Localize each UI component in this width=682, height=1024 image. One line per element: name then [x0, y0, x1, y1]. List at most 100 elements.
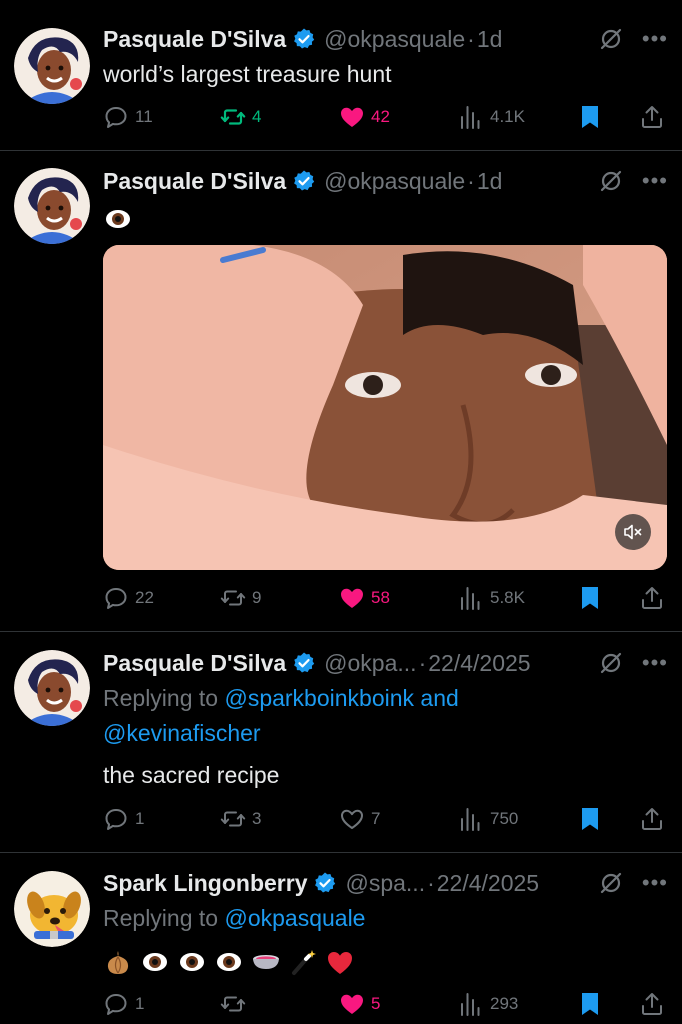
share-icon — [642, 993, 662, 1015]
onion-emoji — [107, 950, 129, 974]
like-button[interactable]: 42 — [339, 101, 390, 133]
mute-button[interactable] — [615, 514, 651, 550]
more-icon[interactable]: ••• — [642, 170, 668, 192]
verified-badge-icon — [315, 872, 336, 893]
eyes-emoji — [143, 952, 167, 971]
bookmark-icon — [582, 106, 598, 128]
more-icon[interactable]: ••• — [642, 872, 668, 894]
replying-to: Replying to @okpasquale — [103, 901, 668, 936]
views-icon — [461, 587, 480, 610]
tweet[interactable]: Spark Lingonberry @spa... · 22/4/2025 ••… — [0, 853, 682, 1024]
author-handle[interactable]: @okpasquale — [324, 168, 465, 195]
share-button[interactable] — [639, 988, 671, 1020]
avatar[interactable] — [14, 650, 90, 726]
reply-button[interactable]: 11 — [103, 101, 153, 133]
share-icon — [642, 106, 662, 128]
timestamp[interactable]: 1d — [477, 168, 503, 195]
timestamp[interactable]: 22/4/2025 — [428, 650, 530, 677]
repost-button[interactable]: 3 — [220, 803, 261, 835]
repost-button[interactable]: 9 — [220, 582, 261, 614]
views-button[interactable]: 750 — [458, 803, 518, 835]
reply-icon — [105, 107, 127, 128]
bookmark-button[interactable] — [577, 101, 609, 133]
author-name[interactable]: Pasquale D'Silva — [103, 650, 286, 677]
heart-icon — [341, 588, 363, 608]
share-icon — [642, 587, 662, 609]
timestamp[interactable]: 1d — [477, 26, 503, 53]
reply-count: 1 — [135, 994, 145, 1013]
tweet-text: world’s largest treasure hunt — [103, 61, 392, 87]
mention-link[interactable]: @kevinafischer — [103, 720, 261, 746]
heart-icon — [341, 107, 363, 127]
views-button[interactable]: 5.8K — [458, 582, 525, 614]
views-button[interactable]: 4.1K — [458, 101, 525, 133]
like-count: 42 — [371, 107, 390, 126]
views-icon — [461, 993, 480, 1016]
share-button[interactable] — [639, 803, 671, 835]
red-heart-emoji — [328, 951, 352, 974]
views-count: 293 — [490, 994, 519, 1013]
views-button[interactable]: 293 — [458, 988, 518, 1020]
timestamp[interactable]: 22/4/2025 — [437, 870, 539, 897]
reply-count: 1 — [135, 809, 145, 828]
reply-button[interactable]: 22 — [103, 582, 154, 614]
bookmark-icon — [582, 993, 598, 1015]
grok-icon[interactable] — [598, 870, 624, 896]
author-handle[interactable]: @okpasquale — [324, 26, 465, 53]
views-icon — [461, 106, 480, 129]
author-handle[interactable]: @okpa... — [324, 650, 416, 677]
reply-button[interactable]: 1 — [103, 988, 144, 1020]
replying-to: Replying to @sparkboinkboink and @kevina… — [103, 681, 668, 751]
author-name[interactable]: Pasquale D'Silva — [103, 168, 286, 195]
like-button[interactable]: 7 — [339, 803, 380, 835]
author-handle[interactable]: @spa... — [345, 870, 425, 897]
views-count: 4.1K — [490, 107, 525, 126]
replying-prefix: Replying to — [103, 685, 219, 711]
separator: · — [467, 167, 475, 194]
avatar[interactable] — [14, 168, 90, 244]
verified-badge-icon — [294, 28, 315, 49]
heart-outline-icon — [341, 809, 363, 829]
author-name[interactable]: Pasquale D'Silva — [103, 26, 286, 53]
eyes-emoji — [106, 209, 130, 228]
grok-icon[interactable] — [598, 650, 624, 676]
share-icon — [642, 808, 662, 830]
tweet-video[interactable] — [103, 245, 667, 570]
tweet-text — [103, 943, 668, 977]
separator: · — [467, 25, 475, 52]
mention-link[interactable]: @sparkboinkboink — [224, 685, 414, 711]
avatar[interactable] — [14, 28, 90, 104]
reply-icon — [105, 809, 127, 830]
avatar[interactable] — [14, 871, 90, 947]
more-icon[interactable]: ••• — [642, 652, 668, 674]
bookmark-button[interactable] — [577, 803, 609, 835]
magic-wand-emoji — [292, 949, 316, 975]
repost-button[interactable] — [220, 988, 252, 1020]
tweet[interactable]: Pasquale D'Silva @okpasquale · 1d ••• wo… — [0, 0, 682, 150]
like-button[interactable]: 58 — [339, 582, 390, 614]
bookmark-icon — [582, 587, 598, 609]
tweet-text — [103, 200, 668, 234]
grok-icon[interactable] — [598, 168, 624, 194]
repost-count: 9 — [252, 588, 262, 607]
like-count: 7 — [371, 809, 381, 828]
reply-button[interactable]: 1 — [103, 803, 144, 835]
reply-icon — [105, 588, 127, 609]
bookmark-button[interactable] — [577, 988, 609, 1020]
volume-muted-icon — [624, 524, 642, 540]
share-button[interactable] — [639, 582, 671, 614]
author-name[interactable]: Spark Lingonberry — [103, 870, 307, 897]
repost-button[interactable]: 4 — [220, 101, 261, 133]
separator: · — [418, 649, 427, 676]
grok-icon[interactable] — [598, 26, 624, 52]
action-bar: 1 5 293 — [103, 988, 668, 1020]
verified-badge-icon — [294, 652, 315, 673]
tweet[interactable]: Pasquale D'Silva @okpa... · 22/4/2025 ••… — [0, 632, 682, 852]
bookmark-button[interactable] — [577, 582, 609, 614]
like-button[interactable]: 5 — [339, 988, 380, 1020]
separator: · — [427, 869, 435, 896]
reply-icon — [105, 994, 127, 1015]
share-button[interactable] — [639, 101, 671, 133]
more-icon[interactable]: ••• — [642, 28, 668, 50]
mention-link[interactable]: @okpasquale — [224, 905, 365, 931]
